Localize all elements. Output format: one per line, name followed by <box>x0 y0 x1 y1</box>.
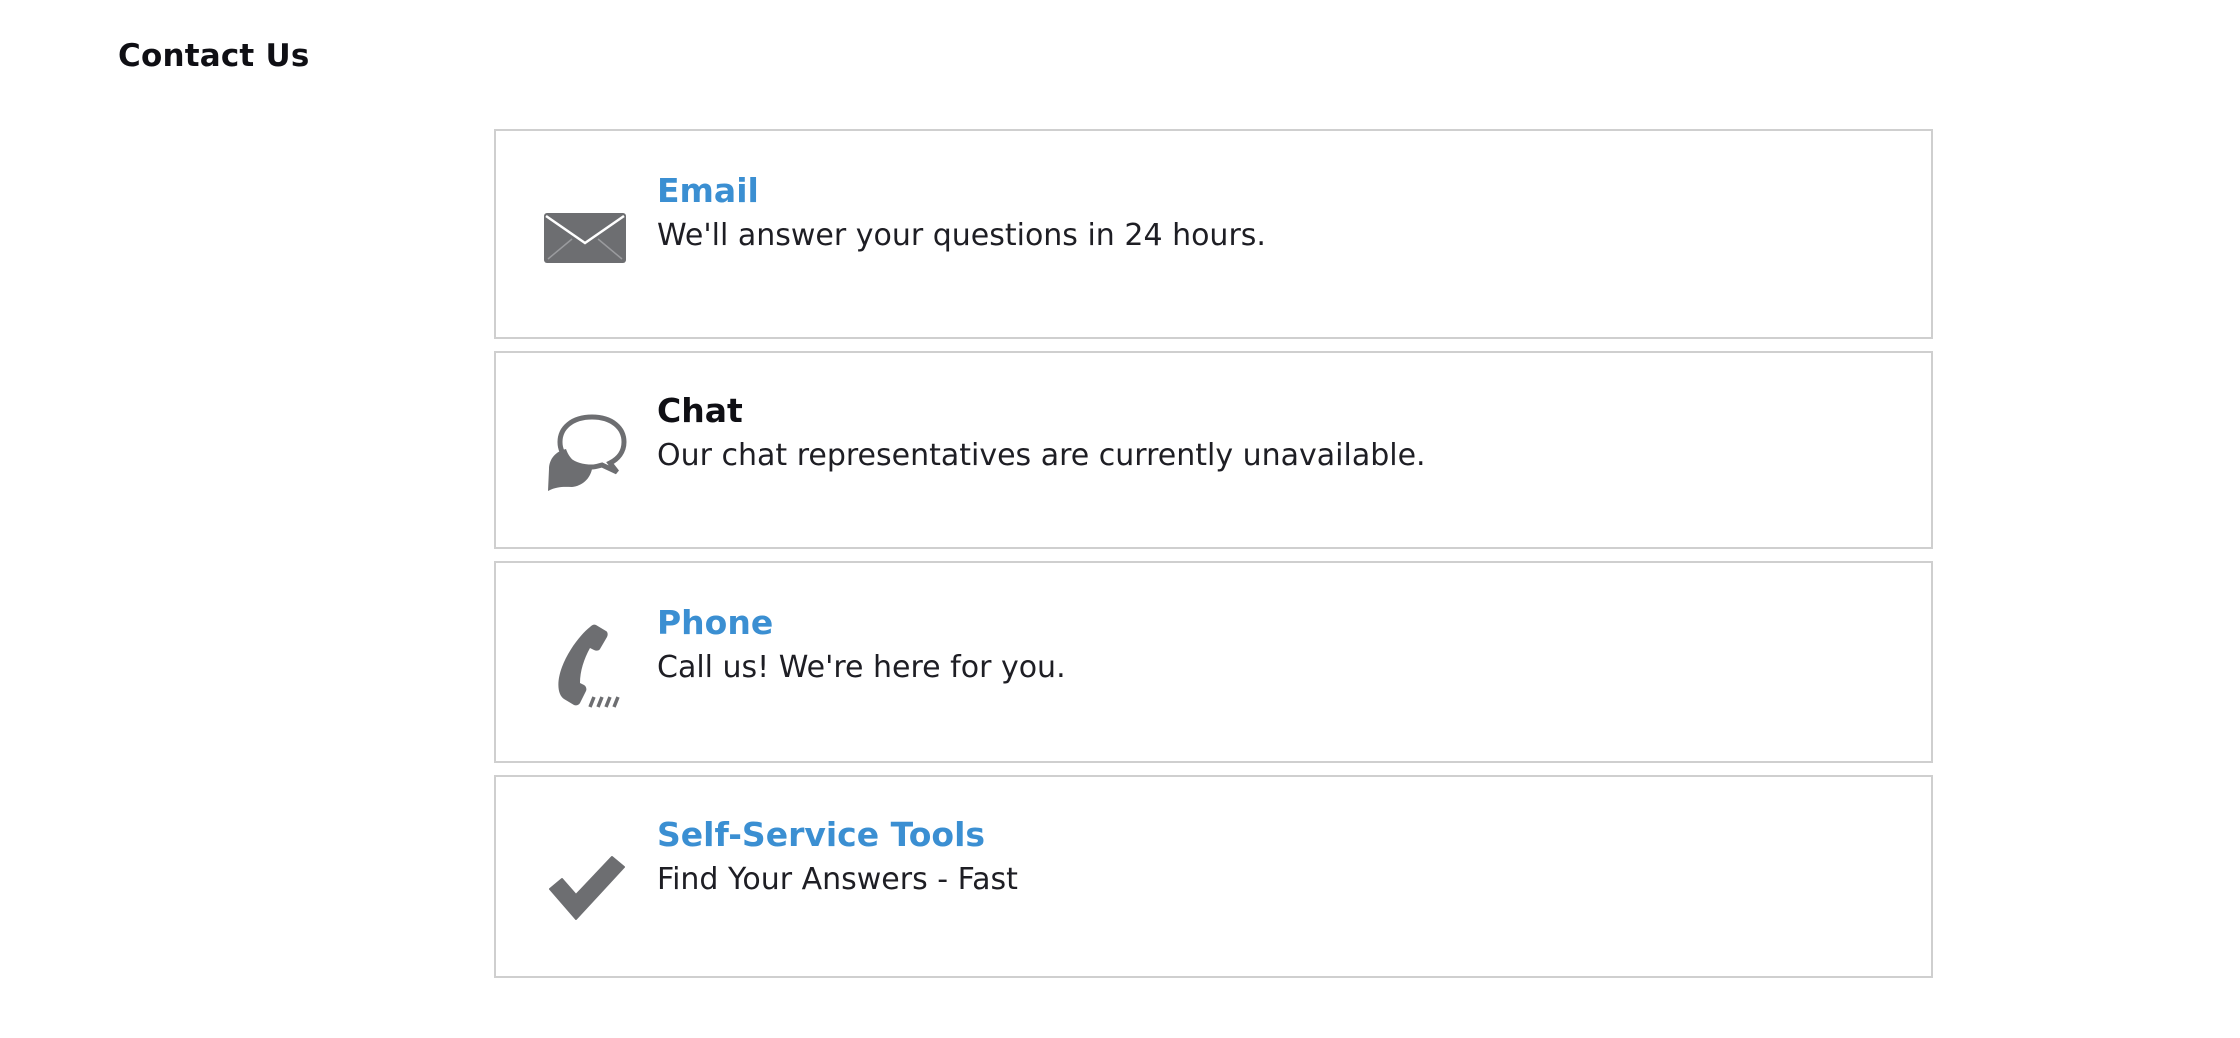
email-description: We'll answer your questions in 24 hours. <box>657 218 1266 253</box>
page-title: Contact Us <box>118 38 310 74</box>
contact-option-chat[interactable]: Chat Our chat representatives are curren… <box>494 351 1933 549</box>
chat-title: Chat <box>657 391 743 430</box>
envelope-icon <box>540 191 630 281</box>
checkmark-icon <box>540 839 630 929</box>
phone-description: Call us! We're here for you. <box>657 650 1066 685</box>
phone-link[interactable]: Phone <box>657 603 773 642</box>
speech-bubbles-icon <box>540 409 630 499</box>
self-service-tools-link[interactable]: Self-Service Tools <box>657 815 985 854</box>
phone-icon <box>540 621 630 711</box>
contact-option-email[interactable]: Email We'll answer your questions in 24 … <box>494 129 1933 339</box>
contact-option-self-service[interactable]: Self-Service Tools Find Your Answers - F… <box>494 775 1933 978</box>
self-service-description: Find Your Answers - Fast <box>657 862 1018 897</box>
email-link[interactable]: Email <box>657 171 759 210</box>
contact-option-phone[interactable]: Phone Call us! We're here for you. <box>494 561 1933 763</box>
chat-description: Our chat representatives are currently u… <box>657 438 1426 473</box>
